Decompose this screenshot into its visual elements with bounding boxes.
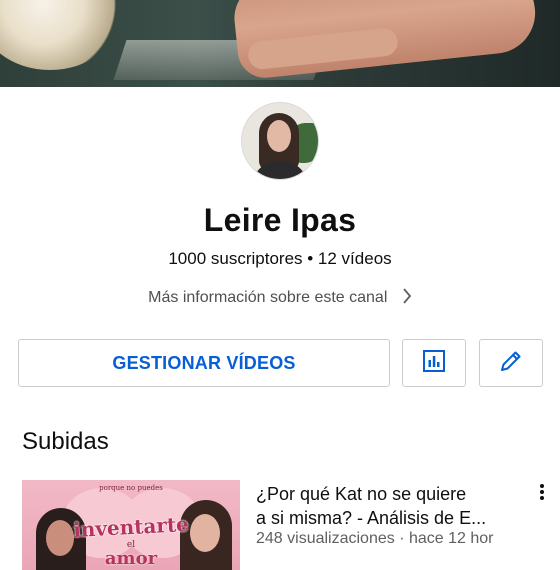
analytics-button[interactable] (402, 339, 466, 387)
banner-hand-image (230, 0, 540, 81)
banner-flower-image (0, 0, 120, 70)
video-title[interactable]: ¿Por qué Kat no se quiere a si misma? - … (256, 482, 526, 530)
edit-button[interactable] (479, 339, 543, 387)
more-info-link[interactable]: Más información sobre este canal (0, 288, 560, 309)
channel-avatar[interactable] (241, 102, 319, 180)
more-options-icon[interactable] (530, 480, 554, 504)
channel-stats: 1000 suscriptores • 12 vídeos (168, 249, 392, 268)
channel-name: Leire Ipas (203, 202, 357, 238)
channel-banner (0, 0, 560, 87)
video-title-line: a si misma? - Análisis de E... (256, 508, 487, 528)
video-list-item[interactable]: porque no puedes inventarte el amor ¿Por… (22, 480, 560, 570)
video-meta: 248 visualizaciones · hace 12 hor (256, 530, 494, 547)
pencil-icon (498, 348, 524, 379)
video-title-line: ¿Por qué Kat no se quiere (256, 484, 467, 504)
avatar-face (267, 120, 291, 152)
thumbnail-text-big2: amor (104, 548, 158, 569)
chevron-right-icon (402, 288, 412, 309)
bar-chart-icon (422, 349, 446, 378)
thumbnail-text-small: porque no puedes (99, 484, 163, 492)
uploads-section-title: Subidas (22, 428, 109, 455)
video-thumbnail[interactable]: porque no puedes inventarte el amor (22, 480, 240, 570)
manage-videos-button[interactable]: GESTIONAR VÍDEOS (18, 339, 390, 387)
more-info-label: Más información sobre este canal (148, 289, 388, 306)
